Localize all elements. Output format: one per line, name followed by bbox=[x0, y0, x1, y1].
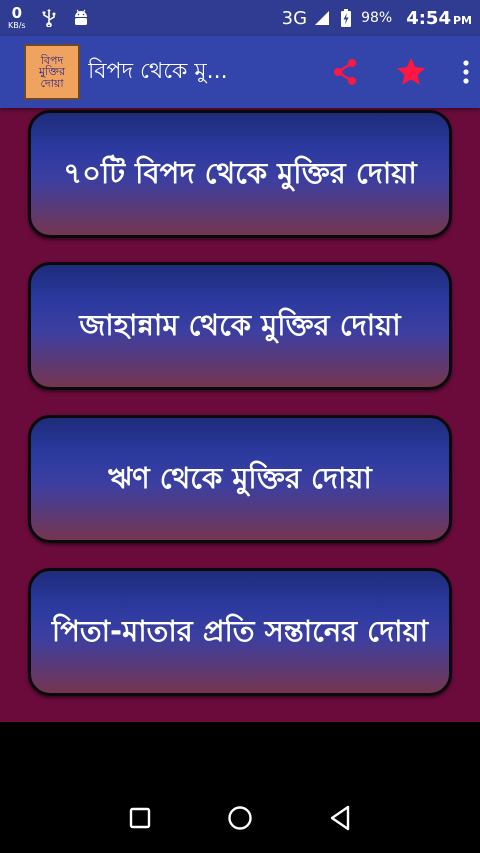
menu-item-label: পিতা-মাতার প্রতি সন্তানের দোয়া bbox=[51, 614, 429, 649]
menu-item-label: ঋণ থেকে মুক্তির দোয়া bbox=[108, 461, 372, 496]
network-speed-value: 0 bbox=[11, 4, 23, 22]
app-title: বিপদ থেকে মু... bbox=[88, 58, 228, 84]
android-icon bbox=[72, 9, 90, 27]
share-icon[interactable] bbox=[330, 57, 360, 87]
menu-item-parents-dua[interactable]: পিতা-মাতার প্রতি সন্তানের দোয়া bbox=[28, 568, 452, 696]
battery-percent: 98% bbox=[361, 10, 393, 26]
app-bar: বিপদ মুক্তির দোয়া বিপদ থেকে মু... bbox=[0, 36, 480, 108]
signal-icon bbox=[313, 9, 331, 27]
network-speed: 0 KB/s bbox=[8, 6, 26, 30]
app-logo-line: দোয়া bbox=[40, 76, 64, 90]
recents-icon[interactable] bbox=[120, 798, 160, 838]
battery-icon bbox=[337, 9, 355, 27]
app-logo: বিপদ মুক্তির দোয়া bbox=[24, 44, 80, 100]
content-list: ৭০টি বিপদ থেকে মুক্তির দোয়া জাহান্নাম থ… bbox=[0, 108, 480, 722]
menu-item-label: জাহান্নাম থেকে মুক্তির দোয়া bbox=[79, 308, 401, 343]
network-speed-unit: KB/s bbox=[8, 21, 26, 30]
network-type: 3G bbox=[281, 7, 308, 29]
clock-ampm: PM bbox=[452, 13, 472, 27]
clock-time: 4:54 bbox=[406, 7, 451, 29]
status-bar: 0 KB/s 3G 98% 4:54 PM bbox=[0, 0, 480, 36]
menu-item-label: ৭০টি বিপদ থেকে মুক্তির দোয়া bbox=[63, 156, 417, 191]
menu-item-70-dua[interactable]: ৭০টি বিপদ থেকে মুক্তির দোয়া bbox=[28, 110, 452, 238]
menu-item-jahannam-dua[interactable]: জাহান্নাম থেকে মুক্তির দোয়া bbox=[28, 262, 452, 390]
usb-icon bbox=[40, 9, 58, 27]
more-vert-icon[interactable] bbox=[462, 59, 470, 85]
navigation-bar bbox=[0, 722, 480, 853]
home-icon[interactable] bbox=[220, 798, 260, 838]
star-icon[interactable] bbox=[394, 55, 428, 89]
menu-item-debt-dua[interactable]: ঋণ থেকে মুক্তির দোয়া bbox=[28, 415, 452, 543]
back-icon[interactable] bbox=[320, 798, 360, 838]
